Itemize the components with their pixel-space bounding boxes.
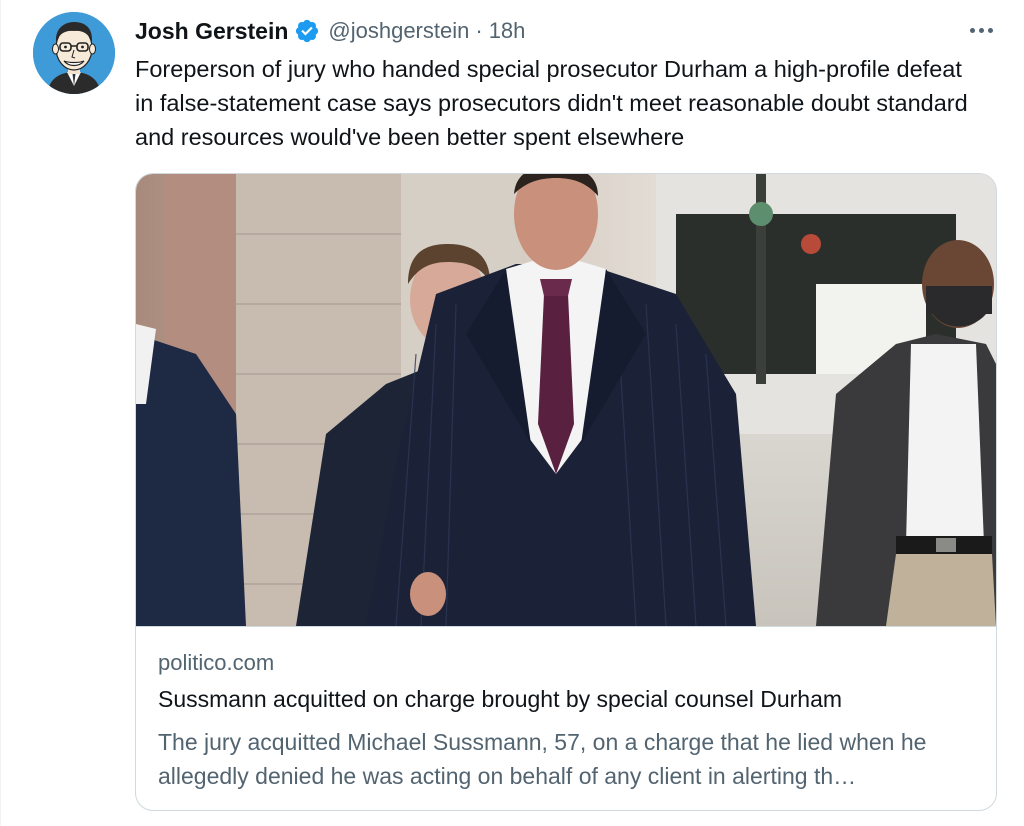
- more-options-icon[interactable]: [964, 16, 998, 44]
- card-image[interactable]: [136, 174, 996, 627]
- tweet-text: Foreperson of jury who handed special pr…: [135, 56, 968, 150]
- card-title: Sussmann acquitted on charge brought by …: [158, 686, 843, 712]
- more-dot: [978, 27, 984, 33]
- more-dot: [987, 27, 993, 33]
- tweet-timestamp[interactable]: 18h: [489, 18, 526, 44]
- more-dot: [969, 27, 975, 33]
- author-display-name[interactable]: Josh Gerstein: [135, 18, 288, 45]
- separator-dot: ·: [475, 18, 483, 43]
- card-description: The jury acquitted Michael Sussmann, 57,…: [158, 729, 927, 789]
- tweet[interactable]: Josh Gerstein @joshgerstein · 18h Forepe…: [0, 0, 1024, 826]
- verified-badge-icon: [294, 18, 320, 44]
- link-preview-card[interactable]: politico.com Sussmann acquitted on charg…: [135, 173, 997, 811]
- news-photo-icon: [136, 174, 996, 626]
- author-avatar[interactable]: [33, 12, 115, 94]
- caricature-avatar-icon: [33, 12, 115, 94]
- tweet-header: Josh Gerstein @joshgerstein · 18h: [135, 14, 525, 48]
- author-handle[interactable]: @joshgerstein: [328, 18, 469, 44]
- card-domain: politico.com: [158, 650, 275, 675]
